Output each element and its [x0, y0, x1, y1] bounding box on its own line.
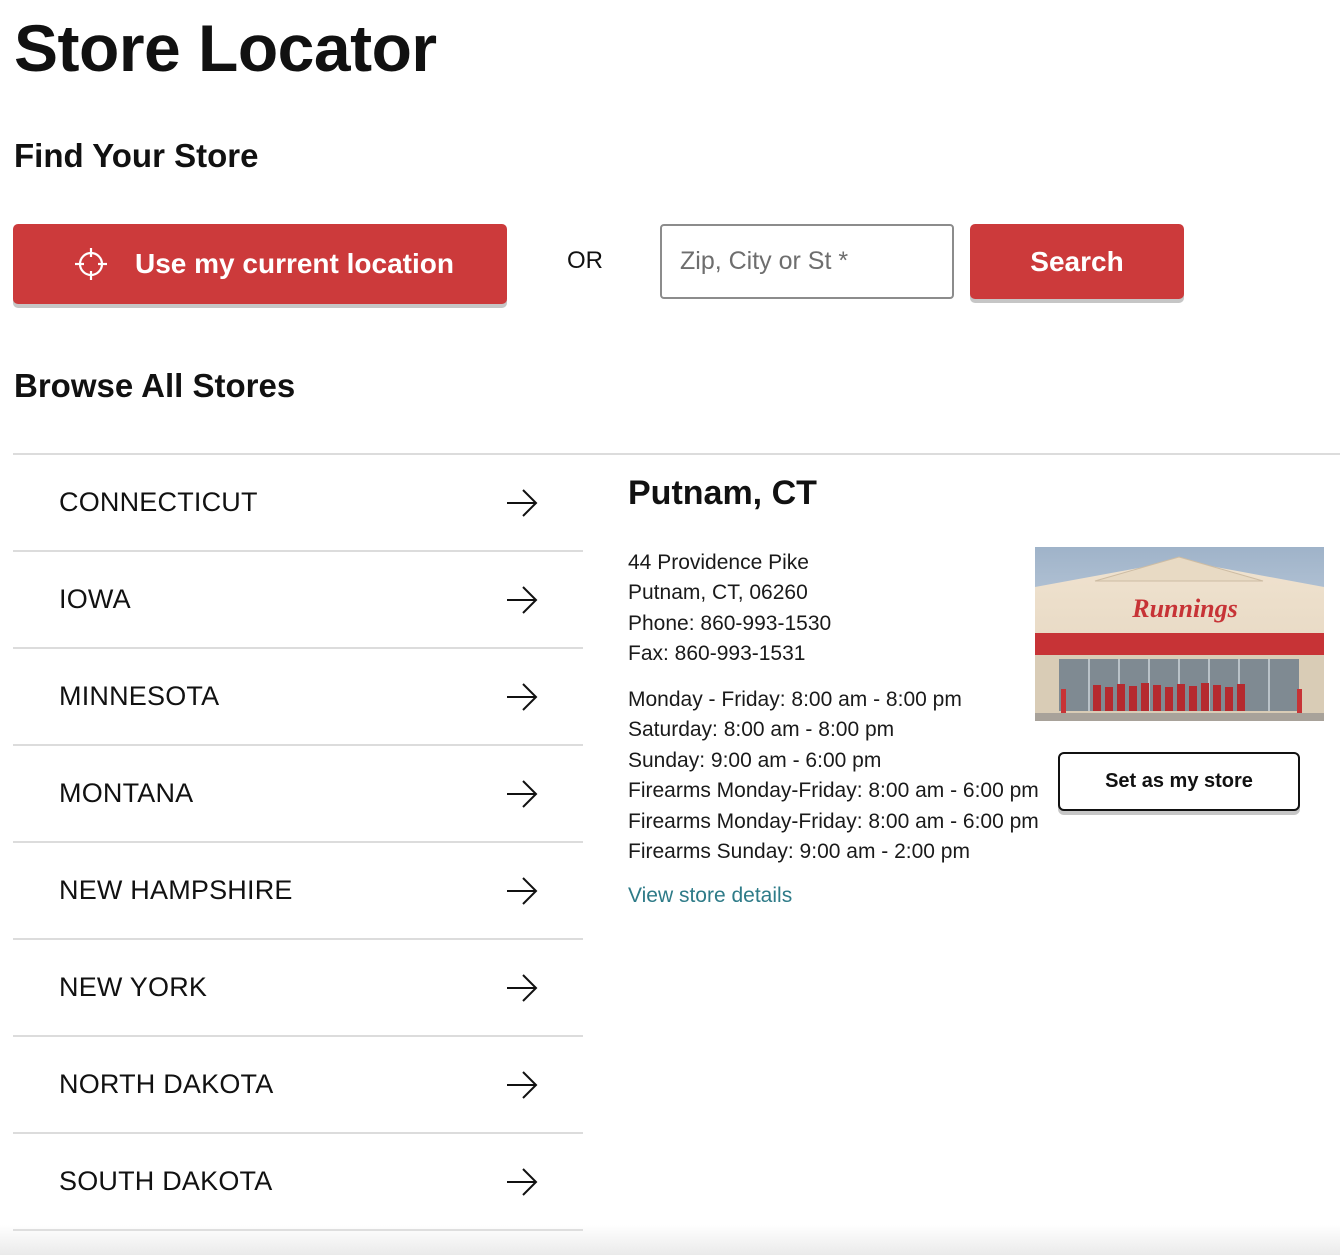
- state-item-minnesota[interactable]: MINNESOTA: [13, 649, 583, 746]
- browse-stores-heading: Browse All Stores: [14, 367, 296, 404]
- state-item-new-hampshire[interactable]: NEW HAMPSHIRE: [13, 843, 583, 940]
- arrow-right-icon: [507, 682, 538, 711]
- arrow-right-icon: [507, 973, 538, 1002]
- store-hours: Monday - Friday: 8:00 am - 8:00 pm Satur…: [628, 685, 1039, 867]
- arrow-right-icon: [507, 876, 538, 905]
- state-item-north-dakota[interactable]: NORTH DAKOTA: [13, 1037, 583, 1134]
- store-sign-text: Runnings: [1131, 594, 1238, 623]
- state-item-label: NEW YORK: [59, 972, 208, 1002]
- store-phone: Phone: 860-993-1530: [628, 611, 832, 635]
- state-item-montana[interactable]: MONTANA: [13, 746, 583, 843]
- store-photo: Runnings: [1035, 547, 1324, 721]
- store-name: Putnam, CT: [628, 474, 817, 512]
- arrow-right-icon: [507, 488, 538, 517]
- crosshair-icon: [75, 248, 107, 280]
- hours-line: Sunday: 9:00 am - 6:00 pm: [628, 748, 882, 772]
- hours-line: Firearms Monday-Friday: 8:00 am - 6:00 p…: [628, 809, 1039, 833]
- find-store-heading: Find Your Store: [14, 137, 259, 174]
- state-item-connecticut[interactable]: CONNECTICUT: [13, 455, 583, 552]
- address-street: 44 Providence Pike: [628, 551, 809, 574]
- state-item-label: NEW HAMPSHIRE: [59, 875, 293, 905]
- arrow-right-icon: [507, 779, 538, 808]
- store-locator-page: Store Locator Find Your Store Use my cur…: [0, 0, 1340, 1255]
- or-separator: OR: [567, 247, 603, 274]
- state-item-label: NORTH DAKOTA: [59, 1069, 274, 1099]
- search-button[interactable]: Search: [970, 224, 1184, 299]
- state-list: CONNECTICUT IOWA MINNESOTA MONTANA NEW H…: [13, 455, 583, 1231]
- state-item-label: MONTANA: [59, 778, 194, 808]
- arrow-right-icon: [507, 585, 538, 614]
- state-item-south-dakota[interactable]: SOUTH DAKOTA: [13, 1134, 583, 1231]
- state-item-label: IOWA: [59, 584, 131, 614]
- hours-line: Firearms Monday-Friday: 8:00 am - 6:00 p…: [628, 779, 1039, 803]
- set-as-my-store-button[interactable]: Set as my store: [1058, 752, 1300, 811]
- state-item-label: CONNECTICUT: [59, 487, 258, 517]
- store-address: 44 Providence Pike Putnam, CT, 06260 Pho…: [628, 548, 831, 670]
- page-title: Store Locator: [14, 11, 437, 85]
- store-fax: Fax: 860-993-1531: [628, 642, 806, 666]
- hours-line: Firearms Sunday: 9:00 am - 2:00 pm: [628, 840, 970, 864]
- arrow-right-icon: [507, 1167, 538, 1196]
- zip-city-state-input[interactable]: [660, 224, 954, 299]
- address-city: Putnam, CT, 06260: [628, 581, 808, 605]
- state-item-new-york[interactable]: NEW YORK: [13, 940, 583, 1037]
- hours-line: Monday - Friday: 8:00 am - 8:00 pm: [628, 688, 962, 711]
- state-item-iowa[interactable]: IOWA: [13, 552, 583, 649]
- arrow-right-icon: [507, 1070, 538, 1099]
- state-item-label: MINNESOTA: [59, 681, 220, 711]
- hours-line: Saturday: 8:00 am - 8:00 pm: [628, 718, 895, 742]
- view-store-details-link[interactable]: View store details: [628, 884, 792, 908]
- use-current-location-button[interactable]: Use my current location: [13, 224, 507, 304]
- state-item-label: SOUTH DAKOTA: [59, 1166, 273, 1196]
- use-current-location-label: Use my current location: [135, 248, 454, 279]
